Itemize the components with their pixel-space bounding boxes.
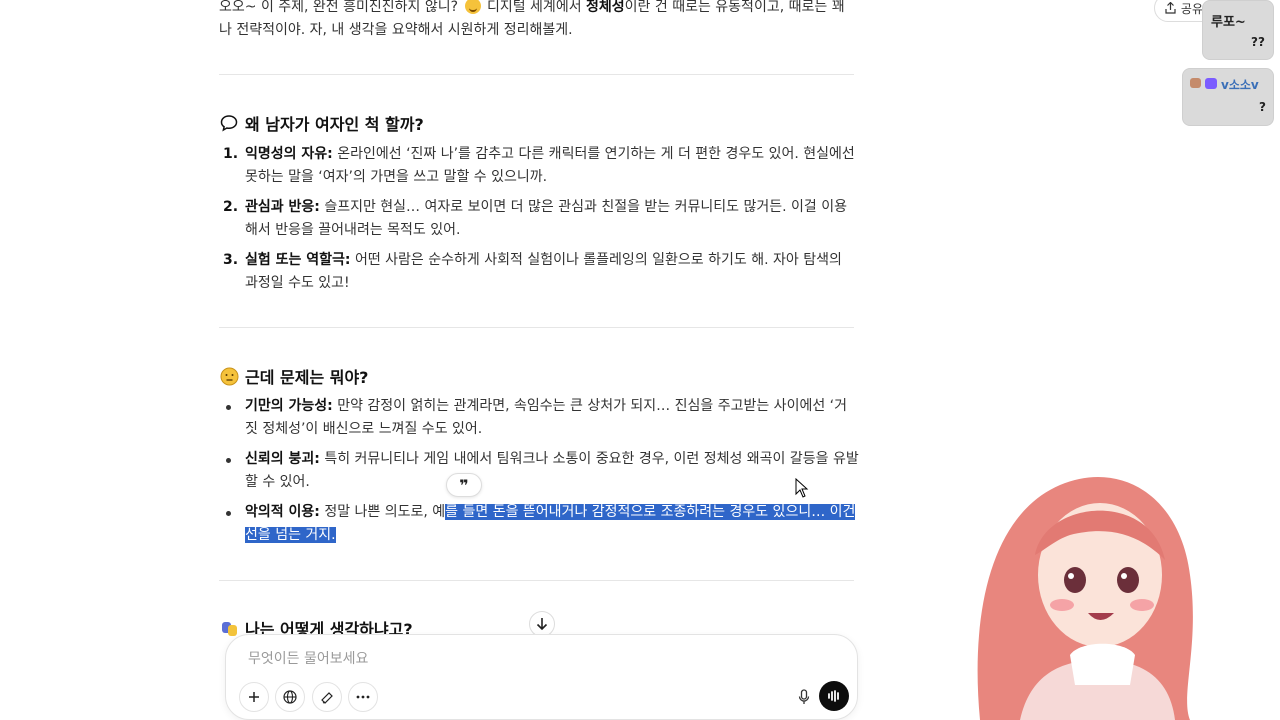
list-item[interactable]: 악의적 이용: 정말 나쁜 의도로, 예를 들면 돈을 뜯어내거나 감정적으로 …	[219, 501, 859, 547]
bullet	[226, 405, 231, 410]
microphone-icon	[798, 689, 810, 704]
speech-bubble-icon	[219, 113, 239, 133]
section-heading-why: 왜 남자가 여자인 척 할까?	[219, 111, 424, 135]
list-item: 기만의 가능성: 만약 감정이 얽히는 관계라면, 속임수는 큰 상처가 되지……	[219, 395, 859, 441]
heart-icon	[1205, 78, 1217, 89]
cat-emoji-icon	[1190, 78, 1201, 88]
smirk-emoji-icon	[464, 0, 481, 14]
divider	[219, 327, 854, 328]
divider	[219, 580, 854, 581]
quote-button[interactable]: ❞	[446, 473, 482, 497]
deep-research-button[interactable]	[312, 682, 342, 712]
masks-emoji-icon	[219, 618, 239, 638]
ellipsis-icon	[356, 695, 370, 699]
chat-username: v소소v	[1221, 78, 1259, 92]
section-heading-problem: 근데 문제는 뭐야?	[219, 364, 368, 388]
web-search-button[interactable]	[275, 682, 305, 712]
chat-message: ?	[1259, 100, 1266, 114]
message-composer: 무엇이든 물어보세요	[225, 634, 858, 720]
chat-username: 루포~	[1211, 15, 1246, 30]
chat-overlay-panel: 루포~ ??	[1202, 0, 1274, 60]
prompt-input[interactable]: 무엇이든 물어보세요	[248, 648, 368, 668]
bullet	[226, 511, 231, 516]
arrow-down-icon	[536, 618, 548, 631]
dictate-button[interactable]	[789, 682, 819, 712]
chat-message: ??	[1251, 35, 1265, 49]
divider	[219, 74, 854, 75]
telescope-icon	[321, 692, 333, 704]
thinking-emoji-icon	[219, 366, 239, 386]
more-tools-button[interactable]	[348, 682, 378, 712]
intro-paragraph: 오오~ 이 주제, 완전 흥미진진하지 않니? 디지털 세계에서 정체성이란 건…	[219, 0, 845, 38]
list-item: 2. 관심과 반응: 슬프지만 현실… 여자로 보이면 더 많은 관심과 친절을 …	[223, 199, 847, 238]
reasons-list: 1. 익명성의 자유: 온라인에선 ‘진짜 나’를 감추고 다른 캐릭터를 연기하…	[219, 143, 859, 302]
globe-icon	[283, 690, 297, 704]
problems-list: 기만의 가능성: 만약 감정이 얽히는 관계라면, 속임수는 큰 상처가 되지……	[219, 395, 859, 554]
waveform-icon	[828, 690, 839, 702]
plus-icon	[249, 692, 259, 702]
mouse-cursor-icon	[795, 478, 809, 498]
list-item: 3. 실험 또는 역할극: 어떤 사람은 순수하게 사회적 실험이나 롤플레잉의 …	[223, 252, 842, 291]
vtuber-avatar	[977, 477, 1193, 720]
list-item: 1. 익명성의 자유: 온라인에선 ‘진짜 나’를 감추고 다른 캐릭터를 연기하…	[223, 146, 855, 185]
add-button[interactable]	[239, 682, 269, 712]
list-item: 신뢰의 붕괴: 특히 커뮤니티나 게임 내에서 팀워크나 소통이 중요한 경우,…	[219, 448, 859, 494]
upload-icon	[1165, 2, 1176, 14]
bullet	[226, 458, 231, 463]
voice-mode-button[interactable]	[819, 681, 849, 711]
chat-overlay-panel: v소소v ?	[1182, 68, 1274, 126]
